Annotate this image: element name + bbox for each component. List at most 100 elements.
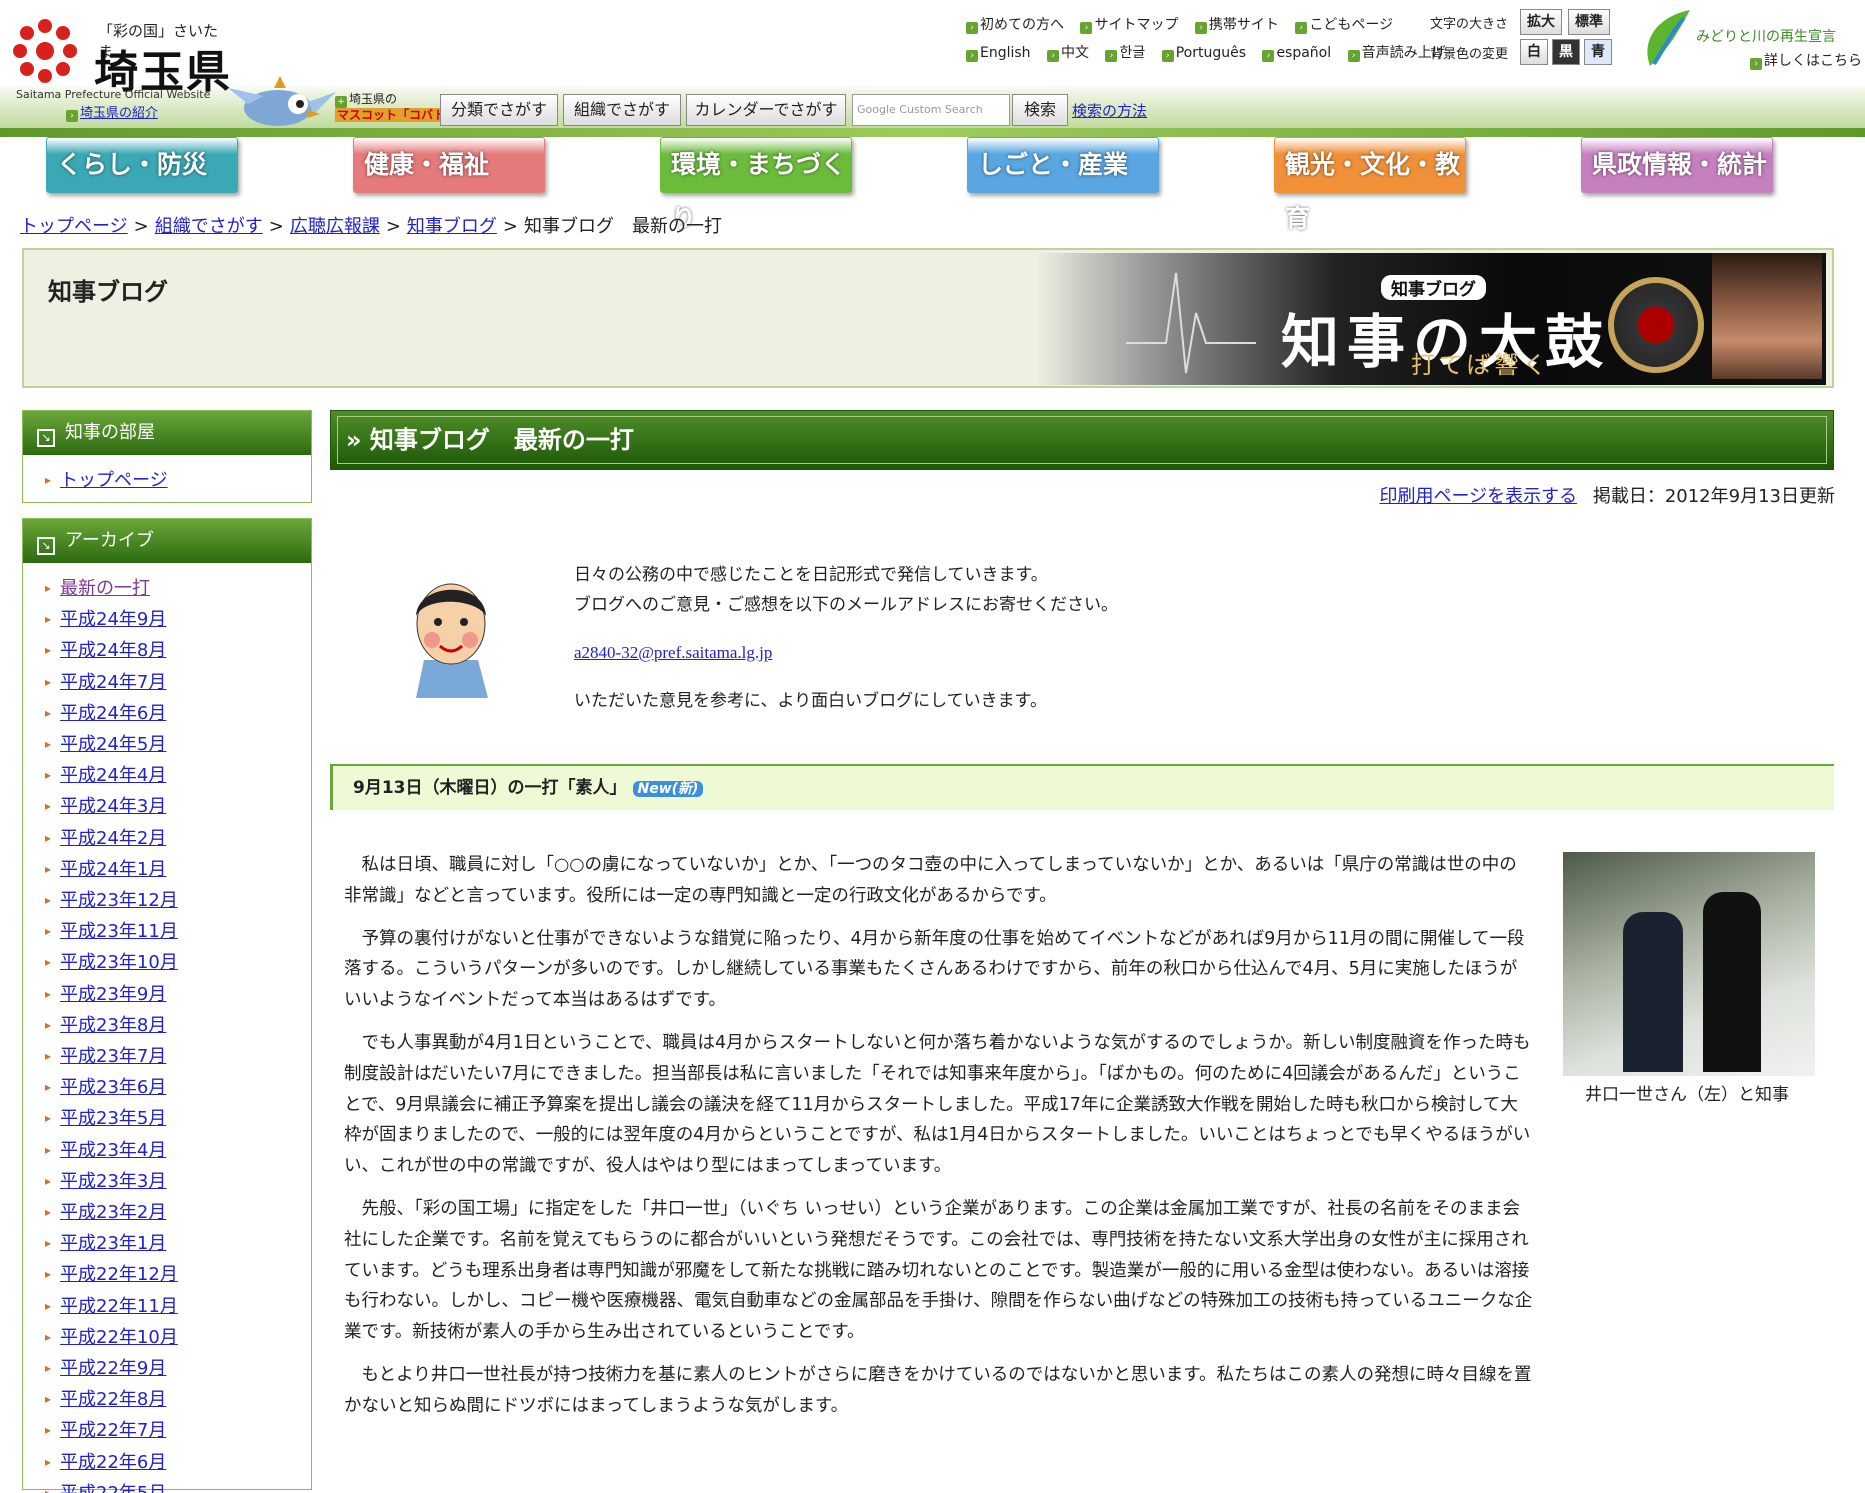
- archive-link[interactable]: 平成24年2月: [60, 828, 166, 849]
- list-item: 平成23年11月: [45, 916, 311, 947]
- nav-work-industry[interactable]: しごと・産業: [967, 137, 1159, 193]
- breadcrumb-organization[interactable]: 組織でさがす: [155, 216, 263, 237]
- mobile-site-link[interactable]: › 携帯サイト: [1194, 17, 1279, 34]
- archive-link[interactable]: 平成24年9月: [60, 609, 166, 630]
- lang-english-link[interactable]: › English: [966, 45, 1031, 62]
- post-body: 私は日頃、職員に対し「○○の虜になっていないか」とか、「一つのタコ壺の中に入って…: [344, 850, 1534, 1434]
- lang-korean-link[interactable]: › 한글: [1105, 45, 1145, 62]
- green-banner-link[interactable]: › 詳しくはこちら: [1750, 50, 1862, 70]
- bg-blue-button[interactable]: 青: [1584, 39, 1612, 65]
- post-paragraph: 予算の裏付けがないと仕事ができないような錯覚に陥ったり、4月から新年度の仕事を始…: [344, 928, 1525, 1011]
- lang-portuguese-link[interactable]: › Português: [1161, 45, 1246, 62]
- list-item: 平成22年10月: [45, 1322, 311, 1353]
- new-badge: New(新): [632, 781, 704, 797]
- text-size-normal-button[interactable]: 標準: [1568, 9, 1610, 35]
- archive-link[interactable]: 平成24年8月: [60, 640, 166, 661]
- text-size-large-button[interactable]: 拡大: [1520, 9, 1562, 35]
- utility-links-row-2: › English › 中文 › 한글 › Português › español › 音声…: [966, 42, 1458, 62]
- archive-link[interactable]: 平成23年4月: [60, 1140, 166, 1161]
- list-item: 平成23年10月: [45, 947, 311, 978]
- nav-pref-info-statistics[interactable]: 県政情報・統計: [1581, 137, 1773, 193]
- kids-page-link[interactable]: › こどもページ: [1295, 17, 1394, 34]
- util-label: こどもページ: [1309, 17, 1394, 33]
- page-title-text: 知事ブログ 最新の一打: [369, 426, 634, 454]
- bg-black-button[interactable]: 黒: [1552, 39, 1580, 65]
- archive-link[interactable]: 平成23年9月: [60, 984, 166, 1005]
- arrow-icon: ›: [1080, 22, 1093, 34]
- double-chevron-icon: »: [346, 426, 362, 454]
- archive-link[interactable]: 平成24年4月: [60, 765, 166, 786]
- bg-white-button[interactable]: 白: [1520, 39, 1548, 65]
- archive-link[interactable]: 平成22年11月: [60, 1296, 178, 1317]
- lang-spanish-link[interactable]: › español: [1262, 45, 1331, 62]
- archive-link[interactable]: 平成24年3月: [60, 796, 166, 817]
- nav-health-welfare[interactable]: 健康・福祉: [353, 137, 545, 193]
- archive-link[interactable]: 平成22年5月: [60, 1483, 166, 1493]
- search-button[interactable]: 検索: [1012, 94, 1068, 126]
- archive-link[interactable]: 平成22年10月: [60, 1327, 178, 1348]
- arrow-icon: ›: [1161, 50, 1174, 62]
- archive-link[interactable]: 平成22年9月: [60, 1358, 166, 1379]
- blog-banner: 知事ブログ 知事ブログ 知事の太鼓 打てば響く: [22, 248, 1834, 388]
- archive-link[interactable]: 平成22年8月: [60, 1389, 166, 1410]
- list-item: 平成22年7月: [45, 1415, 311, 1446]
- archive-link[interactable]: 平成24年6月: [60, 703, 166, 724]
- breadcrumb-blog[interactable]: 知事ブログ: [407, 216, 497, 237]
- pref-emblem-icon: [13, 19, 77, 83]
- photo-caption: 井口一世さん（左）と知事: [1585, 1085, 1789, 1105]
- list-item: 平成22年6月: [45, 1447, 311, 1478]
- list-item: 平成24年9月: [45, 604, 311, 635]
- archive-link[interactable]: 平成23年7月: [60, 1046, 166, 1067]
- list-item: 平成22年11月: [45, 1291, 311, 1322]
- print-page-link[interactable]: 印刷用ページを表示する: [1379, 486, 1577, 507]
- search-help-link[interactable]: 検索の方法: [1072, 100, 1147, 121]
- archive-link[interactable]: 平成23年10月: [60, 952, 178, 973]
- search-input[interactable]: Google Custom Search: [852, 94, 1010, 126]
- archive-link[interactable]: 平成23年8月: [60, 1015, 166, 1036]
- nav-tourism-culture-education[interactable]: 観光・文化・教育: [1274, 137, 1466, 233]
- lang-chinese-link[interactable]: › 中文: [1047, 45, 1089, 62]
- nav-living-disaster[interactable]: くらし・防災: [46, 137, 238, 193]
- archive-link[interactable]: 平成22年6月: [60, 1452, 166, 1473]
- archive-link[interactable]: 平成23年6月: [60, 1077, 166, 1098]
- pref-intro-link[interactable]: › 埼玉県の紹介: [66, 102, 158, 122]
- taiko-drum-icon: [1608, 277, 1704, 373]
- arrow-box-icon: ↘: [37, 537, 55, 555]
- archive-link[interactable]: 平成24年1月: [60, 859, 166, 880]
- archive-link[interactable]: 平成23年2月: [60, 1202, 166, 1223]
- room-top-link[interactable]: トップページ: [60, 470, 168, 491]
- list-item: 平成23年2月: [45, 1197, 311, 1228]
- kobaton-mascot-icon[interactable]: [228, 74, 338, 132]
- list-item: 平成22年9月: [45, 1353, 311, 1384]
- breadcrumb-pr-division[interactable]: 広聴広報課: [290, 216, 380, 237]
- sitemap-link[interactable]: › サイトマップ: [1080, 17, 1178, 34]
- site-header: 「彩の国」さいたま 埼玉県 Saitama Prefecture Officia…: [0, 0, 1865, 137]
- intro-line-2: ブログへのご意見・ご感想を以下のメールアドレスにお寄せください。: [574, 595, 1118, 615]
- breadcrumb-separator: >: [133, 216, 149, 237]
- archive-link[interactable]: 平成24年7月: [60, 672, 166, 693]
- archive-link[interactable]: 平成23年3月: [60, 1171, 166, 1192]
- display-settings: 文字の大きさ 拡大 標準 背景色の変更 白 黒 青: [1430, 9, 1612, 65]
- blog-banner-image: 知事ブログ 知事の太鼓 打てば響く: [1036, 253, 1826, 385]
- search-by-organization-button[interactable]: 組織でさがす: [563, 94, 681, 126]
- arrow-icon: ›: [1295, 22, 1308, 34]
- list-item: 平成23年1月: [45, 1228, 311, 1259]
- green-river-banner[interactable]: みどりと川の再生宣言 › 詳しくはこちら: [1640, 8, 1862, 72]
- archive-link[interactable]: 平成23年11月: [60, 921, 178, 942]
- archive-link[interactable]: 平成22年12月: [60, 1264, 178, 1285]
- email-link[interactable]: a2840-32@pref.saitama.lg.jp: [574, 643, 772, 662]
- archive-link[interactable]: 平成23年1月: [60, 1233, 166, 1254]
- archive-link[interactable]: 平成23年5月: [60, 1108, 166, 1129]
- breadcrumb-top[interactable]: トップページ: [20, 216, 128, 237]
- archive-link[interactable]: 平成22年7月: [60, 1420, 166, 1441]
- site-english-name: Saitama Prefecture Official Website: [16, 88, 211, 101]
- list-item: 平成23年5月: [45, 1103, 311, 1134]
- first-visitors-link[interactable]: › 初めての方へ: [966, 17, 1064, 34]
- search-by-category-button[interactable]: 分類でさがす: [440, 94, 558, 126]
- archive-link[interactable]: 平成23年12月: [60, 890, 178, 911]
- post-paragraph: でも人事異動が4月1日ということで、職員は4月からスタートしないと何か落ち着かな…: [344, 1032, 1531, 1177]
- archive-link[interactable]: 最新の一打: [60, 578, 150, 599]
- nav-environment-town[interactable]: 環境・まちづくり: [660, 137, 852, 233]
- search-by-calendar-button[interactable]: カレンダーでさがす: [686, 94, 846, 126]
- archive-link[interactable]: 平成24年5月: [60, 734, 166, 755]
